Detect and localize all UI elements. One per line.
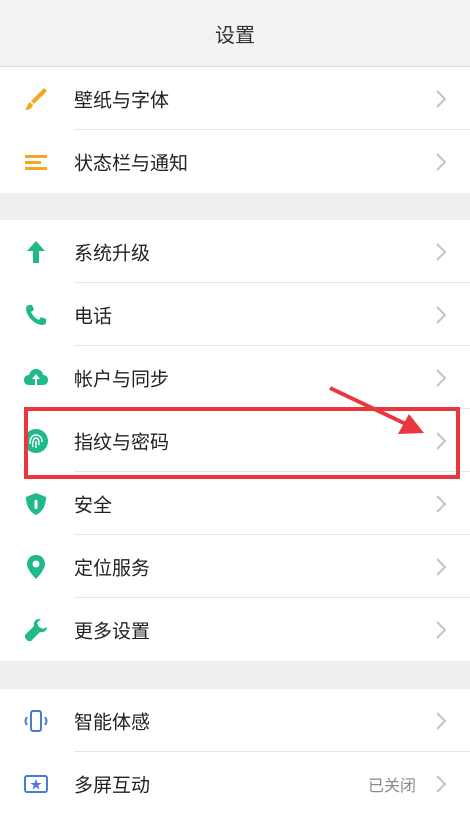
chevron-right-icon (434, 773, 448, 795)
settings-group-system: 系统升级 电话 帐户与同步 指纹与密码 安全 定位服务 更多设置 (0, 220, 470, 661)
settings-item-label: 更多设置 (74, 620, 151, 642)
chevron-right-icon (434, 304, 448, 326)
cloud-sync-icon (22, 364, 50, 392)
status-text: 已关闭 (367, 775, 416, 795)
chevron-right-icon (434, 430, 448, 452)
settings-item-smart-motion[interactable]: 智能体感 (0, 689, 470, 752)
brush-icon (22, 85, 50, 113)
fingerprint-icon (22, 427, 50, 455)
chevron-right-icon (434, 710, 448, 732)
phone-icon (22, 301, 50, 329)
settings-item-location[interactable]: 定位服务 (0, 535, 470, 598)
settings-item-label: 安全 (74, 494, 113, 516)
settings-item-fingerprint-password[interactable]: 指纹与密码 (0, 409, 470, 472)
chevron-right-icon (434, 241, 448, 263)
chevron-right-icon (434, 493, 448, 515)
settings-item-label: 状态栏与通知 (74, 152, 189, 174)
chevron-right-icon (434, 556, 448, 578)
chevron-right-icon (434, 151, 448, 173)
settings-item-accounts-sync[interactable]: 帐户与同步 (0, 346, 470, 409)
settings-item-label: 多屏互动 (74, 774, 151, 796)
settings-item-label: 系统升级 (74, 242, 151, 264)
settings-item-security[interactable]: 安全 (0, 472, 470, 535)
settings-item-wallpaper-font[interactable]: 壁纸与字体 (0, 67, 470, 130)
settings-item-more-settings[interactable]: 更多设置 (0, 598, 470, 661)
top-bar: 设置 (0, 0, 470, 67)
chevron-right-icon (434, 367, 448, 389)
settings-item-label: 智能体感 (74, 711, 151, 733)
chevron-right-icon (434, 88, 448, 110)
settings-item-label: 壁纸与字体 (74, 89, 170, 111)
wrench-icon (22, 616, 50, 644)
settings-item-multi-screen[interactable]: 多屏互动 已关闭 (0, 752, 470, 815)
location-pin-icon (22, 553, 50, 581)
settings-item-label: 指纹与密码 (74, 431, 170, 453)
screen-cast-icon (22, 770, 50, 798)
arrow-up-icon (22, 238, 50, 266)
page-title: 设置 (215, 22, 255, 47)
settings-item-phone[interactable]: 电话 (0, 283, 470, 346)
settings-item-system-update[interactable]: 系统升级 (0, 220, 470, 283)
phone-motion-icon (22, 707, 50, 735)
chevron-right-icon (434, 619, 448, 641)
shield-icon (22, 490, 50, 518)
settings-item-label: 帐户与同步 (74, 368, 170, 390)
settings-item-statusbar-notifications[interactable]: 状态栏与通知 (0, 130, 470, 193)
settings-item-label: 电话 (74, 305, 113, 327)
settings-group-display: 壁纸与字体 状态栏与通知 (0, 67, 470, 193)
list-icon (22, 148, 50, 176)
settings-group-interaction: 智能体感 多屏互动 已关闭 (0, 689, 470, 815)
settings-item-label: 定位服务 (74, 557, 151, 579)
